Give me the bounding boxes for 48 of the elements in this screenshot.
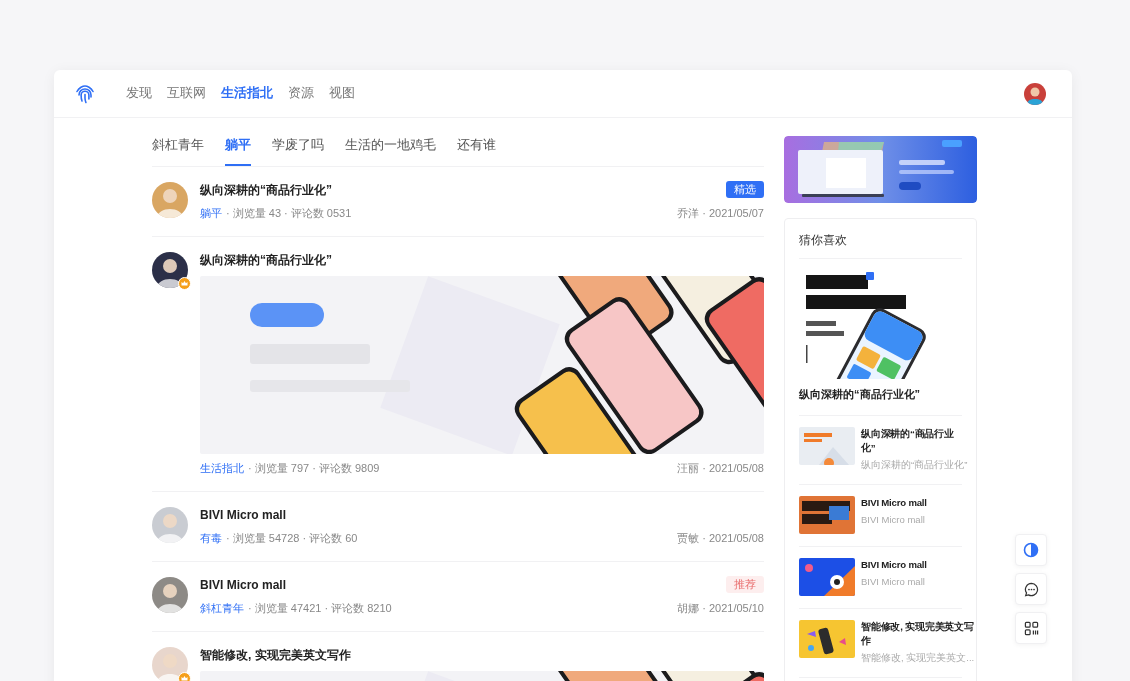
post-title: 纵向深耕的“商品行业化” — [200, 181, 332, 199]
contrast-icon — [1023, 542, 1039, 558]
item-title[interactable]: BIVI Micro mall — [861, 496, 927, 510]
post-title: 智能修改, 实现完美英文写作 — [200, 646, 351, 664]
card-title: 猜你喜欢 — [799, 219, 962, 260]
tab[interactable]: 躺平 — [225, 136, 251, 166]
chat-button[interactable] — [1015, 573, 1047, 605]
category-link[interactable]: 躺平 — [200, 204, 222, 221]
category-link[interactable]: 斜杠青年 — [200, 599, 244, 616]
post-stats: · 浏览量 43 · 评论数 0531 — [226, 205, 352, 221]
qr-code-icon — [1023, 620, 1039, 636]
post-title: 纵向深耕的“商品行业化” — [200, 251, 332, 269]
post-stats: · 浏览量 47421 · 评论数 8210 — [248, 600, 392, 616]
tab[interactable]: 生活的一地鸡毛 — [345, 136, 436, 166]
item-title[interactable]: 智能修改, 实现完美英文写作 — [861, 620, 975, 648]
tag: 精选 — [726, 180, 764, 198]
nav-link[interactable]: 资源 — [288, 84, 314, 103]
item-title[interactable]: BIVI Micro mall — [861, 558, 927, 572]
post-byline: 汪丽 · 2021/05/08 — [677, 460, 764, 476]
post-byline: 乔洋 · 2021/05/07 — [677, 205, 764, 221]
post-byline: 胡娜 · 2021/05/10 — [677, 600, 764, 616]
nav-link[interactable]: 视图 — [329, 84, 355, 103]
item-subtitle: BIVI Micro mall — [861, 575, 926, 589]
post-byline: 贾敏 · 2021/05/08 — [677, 530, 764, 546]
item-subtitle: 智能修改, 实现完美英文... — [861, 651, 975, 665]
chat-icon — [1023, 581, 1039, 597]
category-link[interactable]: 有毒 — [200, 529, 222, 546]
category-link[interactable]: 生活指北 — [200, 459, 244, 476]
tab[interactable]: 斜杠青年 — [152, 136, 204, 166]
item-title[interactable]: 纵向深耕的“商品行业化” — [861, 426, 968, 455]
post-title[interactable]: 纵向深耕的“商品行业化” — [799, 379, 962, 415]
post-stats: · 浏览量 797 · 评论数 9809 — [248, 460, 380, 476]
nav-link[interactable]: 互联网 — [167, 84, 206, 103]
nav-link[interactable]: 生活指北 — [221, 84, 273, 103]
tab[interactable]: 还有谁 — [457, 136, 496, 166]
contrast-button[interactable] — [1015, 534, 1047, 566]
post-stats: · 浏览量 54728 · 评论数 60 — [226, 530, 358, 546]
post-title: BIVI Micro mall — [200, 576, 287, 594]
item-subtitle: 纵向深耕的“商品行业化” — [861, 457, 968, 472]
avatar[interactable] — [152, 251, 188, 288]
item-subtitle: BIVI Micro mall — [861, 513, 926, 527]
post-title: BIVI Micro mall — [200, 506, 287, 524]
tag: 推荐 — [726, 575, 764, 593]
nav-link[interactable]: 发现 — [126, 84, 152, 103]
user-avatar[interactable] — [1024, 82, 1046, 105]
qr-code-button[interactable] — [1015, 612, 1047, 644]
tab[interactable]: 学废了吗 — [272, 136, 324, 166]
fingerprint-icon[interactable] — [75, 83, 95, 104]
